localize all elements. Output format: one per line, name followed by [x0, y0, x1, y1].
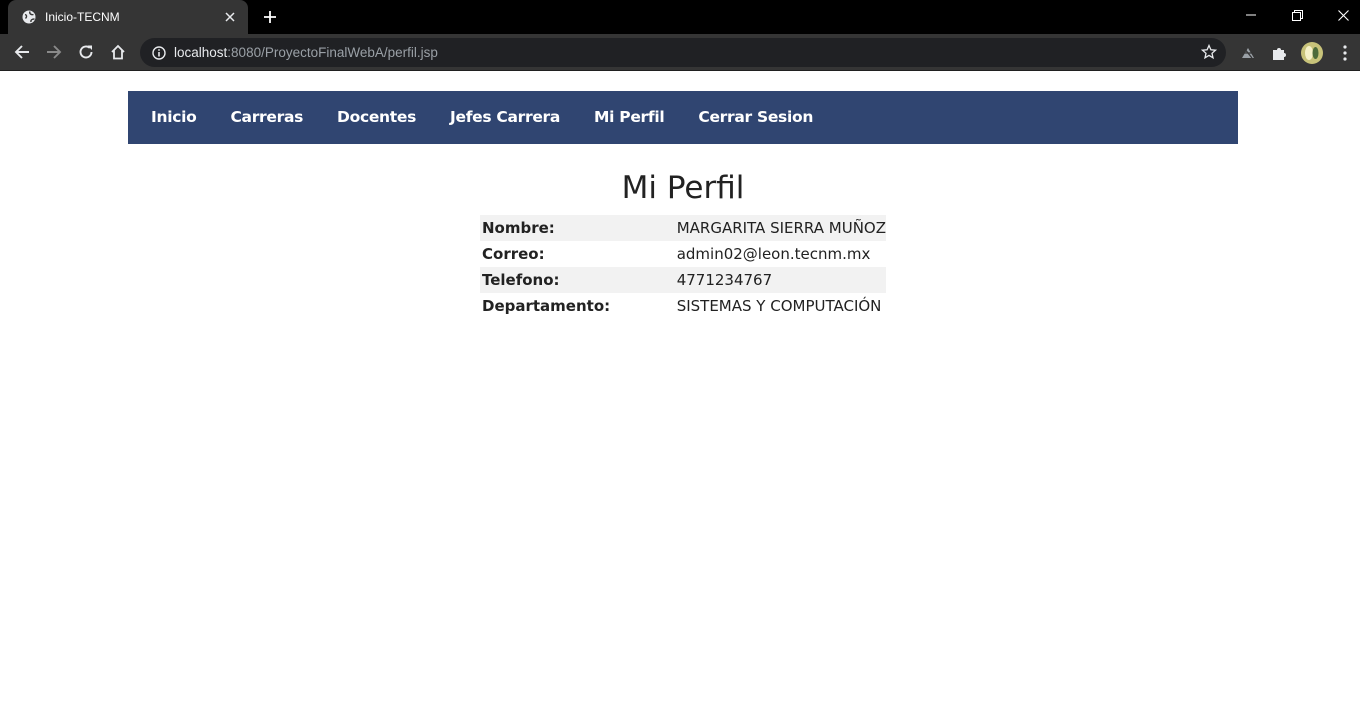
profile-label: Correo: [482, 245, 545, 263]
profile-row-departamento: Departamento: SISTEMAS Y COMPUTACIÓN [480, 293, 886, 319]
nav-cerrar-sesion-link[interactable]: Cerrar Sesion [681, 91, 830, 144]
extension-icon[interactable] [1237, 42, 1259, 64]
profile-label: Departamento: [482, 297, 611, 315]
address-bar[interactable]: localhost:8080/ProyectoFinalWebA/perfil.… [140, 38, 1226, 67]
kebab-menu-icon[interactable] [1334, 42, 1356, 64]
profile-row-correo: Correo: admin02@leon.tecnm.mx [480, 241, 886, 267]
profile-value: MARGARITA SIERRA MUÑOZ [676, 219, 886, 237]
restore-icon[interactable] [1274, 0, 1320, 30]
globe-icon [22, 10, 36, 24]
profile-table: Nombre: MARGARITA SIERRA MUÑOZ Correo: a… [480, 215, 886, 319]
plus-icon[interactable] [258, 6, 282, 28]
profile-avatar-icon[interactable] [1300, 41, 1324, 65]
home-icon[interactable] [104, 38, 132, 66]
forward-arrow-icon[interactable] [40, 38, 68, 66]
tab-title: Inicio-TECNM [45, 10, 120, 24]
reload-icon[interactable] [72, 38, 100, 66]
browser-toolbar: localhost:8080/ProyectoFinalWebA/perfil.… [0, 34, 1360, 71]
profile-label: Nombre: [482, 219, 555, 237]
profile-row-telefono: Telefono: 4771234767 [480, 267, 886, 293]
info-icon[interactable] [150, 44, 168, 62]
url-text: localhost:8080/ProyectoFinalWebA/perfil.… [174, 45, 438, 60]
profile-row-nombre: Nombre: MARGARITA SIERRA MUÑOZ [480, 215, 886, 241]
url-host: localhost [174, 45, 228, 60]
back-arrow-icon[interactable] [8, 38, 36, 66]
site-navigation: Inicio Carreras Docentes Jefes Carrera M… [128, 91, 1238, 144]
profile-value: 4771234767 [676, 271, 773, 289]
nav-docentes-link[interactable]: Docentes [320, 91, 433, 144]
close-icon[interactable] [222, 9, 238, 25]
page-title: Mi Perfil [621, 170, 745, 206]
profile-value: SISTEMAS Y COMPUTACIÓN [676, 297, 882, 315]
browser-tab[interactable]: Inicio-TECNM [8, 0, 248, 34]
nav-inicio-link[interactable]: Inicio [134, 91, 213, 144]
nav-carreras-link[interactable]: Carreras [213, 91, 320, 144]
profile-label: Telefono: [482, 271, 560, 289]
tab-strip: Inicio-TECNM [0, 0, 1360, 34]
star-icon[interactable] [1200, 43, 1218, 61]
nav-mi-perfil-link[interactable]: Mi Perfil [577, 91, 681, 144]
nav-jefes-carrera-link[interactable]: Jefes Carrera [433, 91, 577, 144]
puzzle-icon[interactable] [1268, 42, 1290, 64]
minimize-icon[interactable] [1228, 0, 1274, 30]
window-close-icon[interactable] [1320, 0, 1360, 30]
profile-value: admin02@leon.tecnm.mx [676, 245, 871, 263]
url-path: :8080/ProyectoFinalWebA/perfil.jsp [227, 45, 438, 60]
